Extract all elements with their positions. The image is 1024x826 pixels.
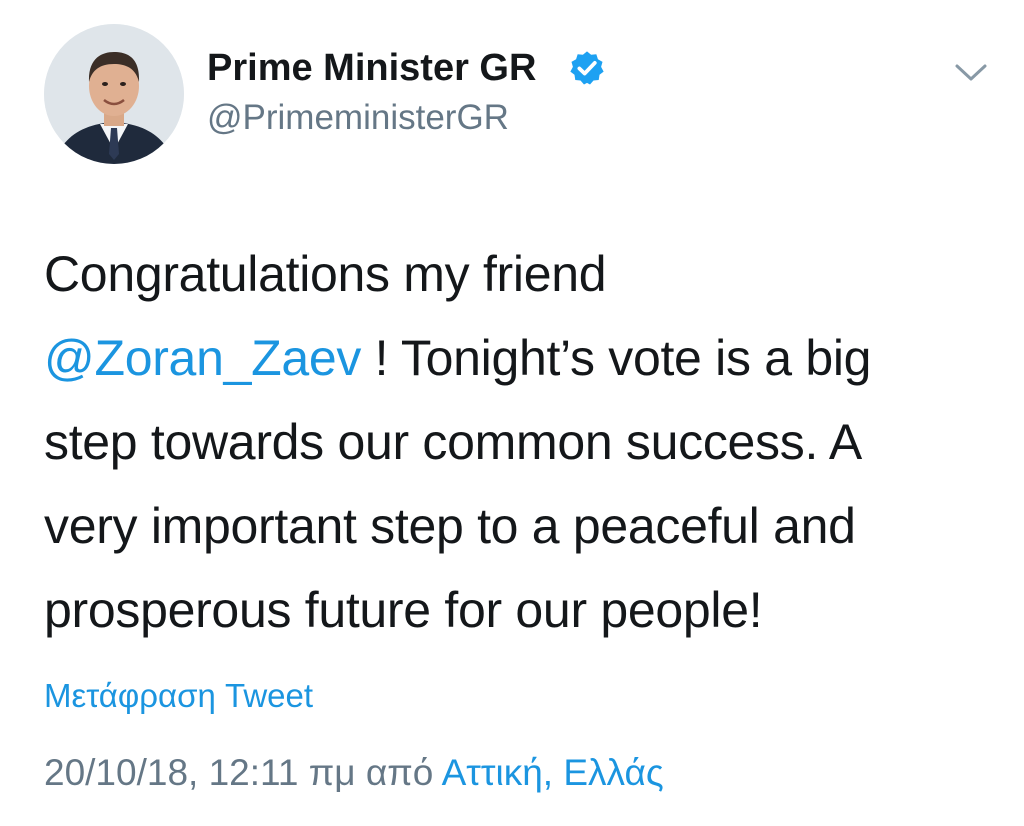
display-name[interactable]: Prime Minister GR bbox=[207, 44, 536, 92]
translate-tweet-link[interactable]: Μετάφραση Tweet bbox=[44, 675, 313, 717]
verified-badge-icon bbox=[570, 51, 604, 85]
tweet-card: Prime Minister GR @PrimeministerGR Congr… bbox=[0, 0, 1024, 826]
timestamp: 20/10/18, 12:11 πμ από bbox=[44, 752, 442, 793]
mention-link[interactable]: @Zoran_Zaev bbox=[44, 330, 361, 386]
profile-photo-icon bbox=[44, 24, 184, 164]
avatar[interactable] bbox=[44, 24, 184, 164]
tweet-line: Congratulations my friend bbox=[44, 246, 607, 302]
tweet-line-rest: ! Tonight’s vote is a big bbox=[361, 330, 872, 386]
tweet-line: step towards our common success. A bbox=[44, 414, 862, 470]
tweet-text: Congratulations my friend @Zoran_Zaev ! … bbox=[44, 232, 984, 652]
tweet-line: very important step to a peaceful and bbox=[44, 498, 856, 554]
tweet-meta: 20/10/18, 12:11 πμ από Αττική, Ελλάς bbox=[44, 750, 664, 796]
user-handle[interactable]: @PrimeministerGR bbox=[207, 96, 509, 140]
location-link[interactable]: Αττική, Ελλάς bbox=[442, 752, 664, 793]
tweet-line: @Zoran_Zaev ! Tonight’s vote is a big bbox=[44, 316, 984, 400]
chevron-down-icon[interactable] bbox=[954, 62, 988, 84]
tweet-line: prosperous future for our people! bbox=[44, 582, 763, 638]
